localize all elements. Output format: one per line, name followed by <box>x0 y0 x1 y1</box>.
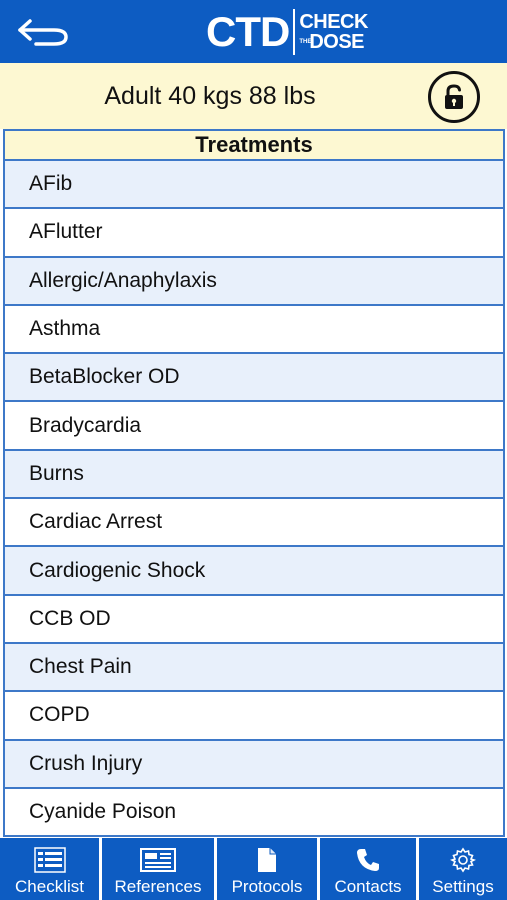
list-item[interactable]: Cardiogenic Shock <box>3 547 505 596</box>
logo-line2: DOSE <box>309 31 365 53</box>
tab-settings[interactable]: Settings <box>419 838 507 900</box>
list-item[interactable]: Burns <box>3 450 505 500</box>
back-button[interactable] <box>12 10 76 54</box>
list-item[interactable]: Allergic/Anaphylaxis <box>3 257 505 306</box>
tab-label: Checklist <box>15 877 84 896</box>
list-item[interactable]: BetaBlocker OD <box>3 354 505 403</box>
back-arrow-icon <box>18 19 68 46</box>
references-icon <box>139 845 177 875</box>
list-item[interactable]: COPD <box>3 692 505 741</box>
tab-label: Protocols <box>231 877 303 896</box>
app-header: CTD CHECK THE DOSE <box>0 0 507 63</box>
logo-line1: CHECK <box>299 11 368 33</box>
bottom-tab-bar: Checklist References Protocols Contacts … <box>0 838 507 900</box>
list-item[interactable]: CCB OD <box>3 595 505 644</box>
tab-checklist[interactable]: Checklist <box>0 838 99 900</box>
app-logo: CTD CHECK THE DOSE <box>206 8 368 56</box>
logo-separator <box>293 9 296 55</box>
list-item[interactable]: Bradycardia <box>3 402 505 451</box>
list-item[interactable]: Cyanide Poison <box>3 788 505 838</box>
phone-icon <box>355 845 381 875</box>
tab-label: References <box>114 877 202 896</box>
logo-main-text: CTD <box>206 8 290 55</box>
tab-contacts[interactable]: Contacts <box>320 838 416 900</box>
treatments-list: AFib AFlutter Allergic/Anaphylaxis Asthm… <box>3 161 505 838</box>
logo-the: THE <box>299 39 312 45</box>
list-item[interactable]: AFib <box>3 161 505 210</box>
patient-summary: Adult 40 kgs 88 lbs <box>104 81 316 110</box>
gear-icon <box>450 845 476 875</box>
tab-protocols[interactable]: Protocols <box>217 838 317 900</box>
treatments-header: Treatments <box>3 129 505 161</box>
logo-subtext: CHECK THE DOSE <box>299 12 368 52</box>
list-item[interactable]: Chest Pain <box>3 643 505 693</box>
unlock-icon <box>445 84 463 109</box>
tab-label: Contacts <box>334 877 402 896</box>
tab-references[interactable]: References <box>102 838 214 900</box>
list-item[interactable]: Asthma <box>3 305 505 355</box>
list-item[interactable]: AFlutter <box>3 209 505 258</box>
checklist-icon <box>32 845 68 875</box>
tab-label: Settings <box>432 877 494 896</box>
list-item[interactable]: Crush Injury <box>3 740 505 789</box>
list-item[interactable]: Cardiac Arrest <box>3 499 505 548</box>
lock-button[interactable] <box>428 71 480 123</box>
document-icon <box>256 845 278 875</box>
